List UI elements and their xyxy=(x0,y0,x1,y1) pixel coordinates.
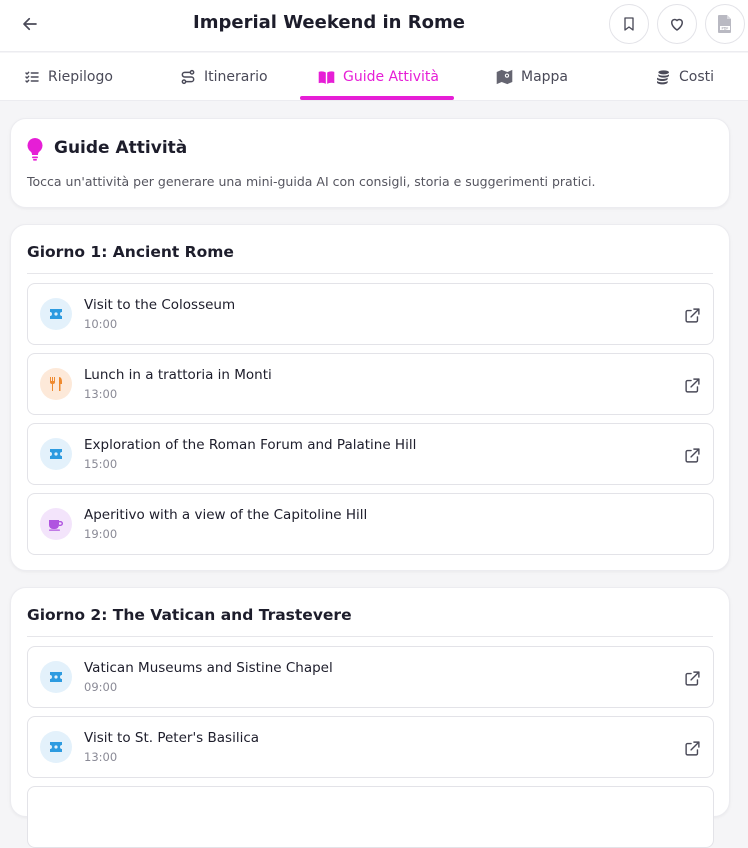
ticket-icon xyxy=(50,742,62,752)
tab-itinerario[interactable]: Itinerario xyxy=(180,53,268,101)
route-icon xyxy=(181,69,195,85)
bookmark-button[interactable] xyxy=(609,4,649,44)
activity-item[interactable]: Lunch in a trattoria in Monti 13:00 xyxy=(27,353,714,415)
map-icon xyxy=(496,69,513,85)
heart-icon xyxy=(671,18,683,31)
divider xyxy=(27,273,713,274)
activity-icon-badge xyxy=(40,731,72,763)
activity-item[interactable]: Vatican Museums and Sistine Chapel 09:00 xyxy=(27,646,714,708)
coffee-cup-icon xyxy=(49,520,63,531)
activity-name: Visit to the Colosseum xyxy=(84,297,236,313)
external-link-icon xyxy=(684,377,700,393)
active-tab-indicator xyxy=(300,96,454,100)
page-title: Imperial Weekend in Rome xyxy=(193,12,465,33)
tab-label: Mappa xyxy=(521,69,569,85)
activity-item[interactable]: Exploration of the Roman Forum and Palat… xyxy=(27,423,714,485)
divider xyxy=(27,636,713,637)
favorite-button[interactable] xyxy=(657,4,697,44)
activity-time: 13:00 xyxy=(84,387,118,401)
activity-time: 09:00 xyxy=(84,680,118,694)
activity-name: Exploration of the Roman Forum and Palat… xyxy=(84,437,417,453)
list-check-icon xyxy=(25,71,39,83)
activity-time: 15:00 xyxy=(84,457,118,471)
coins-icon xyxy=(657,70,669,85)
external-link-icon xyxy=(684,307,700,323)
tab-label: Costi xyxy=(679,69,715,85)
activity-item[interactable]: Visit to St. Peter's Basilica 13:00 xyxy=(27,716,714,778)
activity-time: 13:00 xyxy=(84,750,118,764)
open-guide-link[interactable] xyxy=(681,374,703,396)
tab-riepilogo[interactable]: Riepilogo xyxy=(24,53,113,101)
external-link-icon xyxy=(684,447,700,463)
ticket-icon xyxy=(50,672,62,682)
tab-costi[interactable]: Costi xyxy=(655,53,714,101)
open-guide-link[interactable] xyxy=(681,304,703,326)
activity-time: 19:00 xyxy=(84,527,118,541)
activity-icon-badge xyxy=(40,368,72,400)
activity-icon-badge xyxy=(40,438,72,470)
activity-guides-intro-card: Guide Attività Tocca un'attività per gen… xyxy=(10,118,730,208)
tab-label: Riepilogo xyxy=(48,69,113,85)
activity-icon-badge xyxy=(40,298,72,330)
activity-icon-badge xyxy=(40,661,72,693)
external-link-icon xyxy=(684,740,700,756)
svg-text:PDF: PDF xyxy=(721,26,728,30)
open-guide-link[interactable] xyxy=(681,444,703,466)
activity-item[interactable]: Visit to the Colosseum 10:00 xyxy=(27,283,714,345)
day-title: Giorno 2: The Vatican and Trastevere xyxy=(27,606,352,624)
lightbulb-icon xyxy=(27,138,43,161)
day-title: Giorno 1: Ancient Rome xyxy=(27,243,234,261)
activity-name: Vatican Museums and Sistine Chapel xyxy=(84,660,333,676)
tab-mappa[interactable]: Mappa xyxy=(496,53,568,101)
external-link-icon xyxy=(684,670,700,686)
activity-name: Visit to St. Peter's Basilica xyxy=(84,730,260,746)
activity-time: 10:00 xyxy=(84,317,118,331)
intro-description: Tocca un'attività per generare una mini-… xyxy=(27,174,596,189)
top-bar: Imperial Weekend in Rome PDF xyxy=(0,0,748,52)
activity-icon-badge xyxy=(40,508,72,540)
pdf-export-button[interactable]: PDF xyxy=(705,4,745,44)
activity-item[interactable] xyxy=(27,786,714,848)
pdf-file-icon: PDF xyxy=(718,15,731,33)
activity-name: Lunch in a trattoria in Monti xyxy=(84,367,272,383)
ticket-icon xyxy=(50,309,62,319)
activity-item[interactable]: Aperitivo with a view of the Capitoline … xyxy=(27,493,714,555)
day-card: Giorno 2: The Vatican and Trastevere Vat… xyxy=(10,587,730,848)
tab-guide-attivita[interactable]: Guide Attività xyxy=(318,53,439,101)
tab-label: Itinerario xyxy=(204,69,268,85)
activity-name: Aperitivo with a view of the Capitoline … xyxy=(84,507,368,523)
tab-bar: Riepilogo Itinerario Guide Attività Mapp… xyxy=(0,53,748,101)
intro-title: Guide Attività xyxy=(54,138,188,158)
utensils-icon xyxy=(50,377,62,391)
day-card: Giorno 1: Ancient Rome Visit to the Colo… xyxy=(10,224,730,571)
ticket-icon xyxy=(50,449,62,459)
book-open-icon xyxy=(318,70,335,84)
bookmark-icon xyxy=(624,17,634,31)
open-guide-link[interactable] xyxy=(681,667,703,689)
tab-label: Guide Attività xyxy=(343,69,440,85)
open-guide-link[interactable] xyxy=(681,737,703,759)
